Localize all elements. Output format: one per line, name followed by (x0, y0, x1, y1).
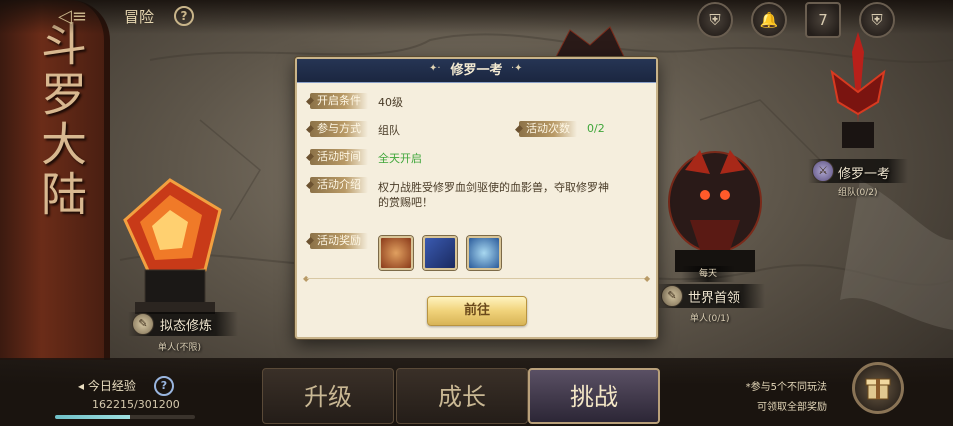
count-value: 0/2 (587, 122, 605, 135)
shield-crest-icon[interactable]: ⛨ (697, 2, 733, 38)
mock-training-label[interactable]: 拟态修炼 (160, 315, 212, 334)
go-button[interactable]: 前往 (427, 296, 527, 326)
help-icon[interactable]: ? (154, 376, 174, 396)
activity-popup: ✦· 修罗一考 ·✦ 开启条件 40级 参与方式 组队 活动次数 0/2 活动时… (295, 57, 658, 339)
mode-label: 参与方式 (310, 121, 368, 137)
book-icon: ✎ (132, 313, 154, 335)
count-label: 活动次数 (519, 121, 577, 137)
help-icon[interactable]: ? (174, 6, 194, 26)
world-boss-sub: 单人(0/1) (690, 314, 730, 324)
calendar-day: 7 (818, 11, 828, 29)
asura-trial-sword[interactable] (818, 32, 898, 152)
world-boss-creature[interactable] (655, 140, 775, 280)
tab-upgrade[interactable]: 升级 (262, 372, 394, 422)
mode-value: 组队 (378, 124, 400, 137)
world-boss-label[interactable]: 世界首领 (688, 287, 740, 306)
daily-tag: 每天 (681, 266, 735, 282)
tab-growth[interactable]: 成长 (396, 372, 528, 422)
time-label: 活动时间 (310, 149, 368, 165)
blue-scroll-icon[interactable] (423, 236, 457, 270)
page-title: 冒险 (124, 8, 155, 26)
tab-challenge[interactable]: 挑战 (528, 372, 660, 422)
bell-settings-icon[interactable]: 🔔 (751, 2, 787, 38)
reward-note-line2: 可领取全部奖励 (757, 402, 827, 413)
creature-icon (554, 26, 626, 59)
mock-training-crystal[interactable] (110, 160, 240, 320)
exp-progress-bar (55, 415, 195, 419)
exp-progress-fill (55, 415, 131, 419)
popup-deco-right: ·✦ (511, 63, 523, 74)
divider-end-right: ◆ (644, 274, 651, 283)
blue-crest-icon[interactable] (467, 236, 501, 270)
intro-value: 权力战胜受修罗血剑驱使的血影兽，夺取修罗神的赏赐吧！ (378, 181, 609, 209)
asura-trial-label[interactable]: 修罗一考 (838, 163, 890, 182)
exp-label-text: 今日经验 (87, 379, 136, 393)
exp-value: 162215/301200 (92, 398, 180, 411)
condition-value: 40级 (378, 96, 403, 109)
scroll-banner: 斗罗大陆 (0, 0, 110, 360)
reward-label: 活动奖励 (310, 233, 368, 249)
back-arrow-icon[interactable]: ◁≡ (58, 7, 94, 27)
divider (307, 278, 646, 279)
scroll-title: 斗罗大陆 (34, 20, 88, 220)
condition-label: 开启条件 (310, 93, 368, 109)
asura-trial-sub: 组队(0/2) (838, 188, 878, 198)
intro-label: 活动介绍 (310, 177, 368, 193)
reward-note-line1: *参与5个不同玩法 (745, 382, 827, 393)
exp-label: ◂ 今日经验 (78, 379, 136, 393)
swords-icon: ⚔ (812, 160, 834, 182)
popup-title: 修罗一考 (450, 63, 503, 78)
book-icon: ✎ (661, 285, 683, 307)
time-value: 全天开启 (378, 152, 422, 165)
gift-box-icon (865, 378, 891, 400)
bronze-medal-icon[interactable] (379, 236, 413, 270)
gift-icon[interactable] (852, 362, 904, 414)
mock-training-sub: 单人(不限) (158, 343, 202, 353)
